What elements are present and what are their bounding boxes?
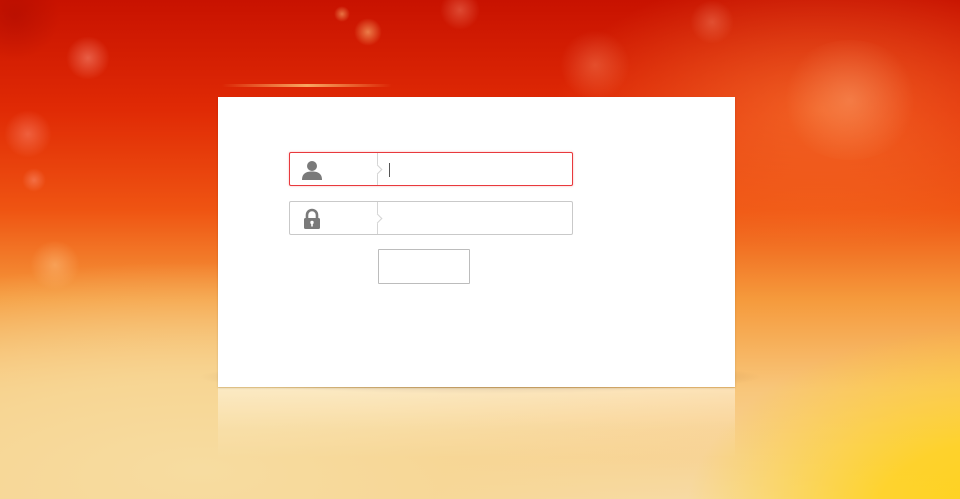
login-button[interactable]: [378, 249, 470, 284]
user-icon: [301, 159, 323, 181]
text-caret: [389, 163, 390, 177]
bokeh-light: [22, 168, 46, 192]
username-input[interactable]: [386, 159, 566, 179]
light-streak: [222, 84, 392, 87]
bokeh-light: [440, 0, 480, 30]
bokeh-light: [560, 30, 630, 100]
bokeh-light: [334, 6, 350, 22]
field-divider-notch: [372, 164, 383, 175]
password-input[interactable]: [386, 208, 566, 228]
lock-icon: [301, 208, 323, 230]
username-field[interactable]: [289, 152, 573, 186]
bokeh-light: [780, 40, 920, 160]
bokeh-light: [690, 0, 734, 44]
bokeh-light: [354, 18, 382, 46]
panel-reflection: [218, 388, 735, 458]
password-label: [290, 202, 383, 234]
username-label: [290, 153, 383, 185]
password-field[interactable]: [289, 201, 573, 235]
field-divider-notch: [372, 213, 383, 224]
bokeh-light: [4, 110, 52, 158]
login-panel: [218, 97, 735, 387]
background-stage: [0, 0, 960, 499]
bokeh-light: [30, 240, 80, 290]
bokeh-light: [66, 36, 110, 80]
bokeh-light: [0, 0, 60, 60]
